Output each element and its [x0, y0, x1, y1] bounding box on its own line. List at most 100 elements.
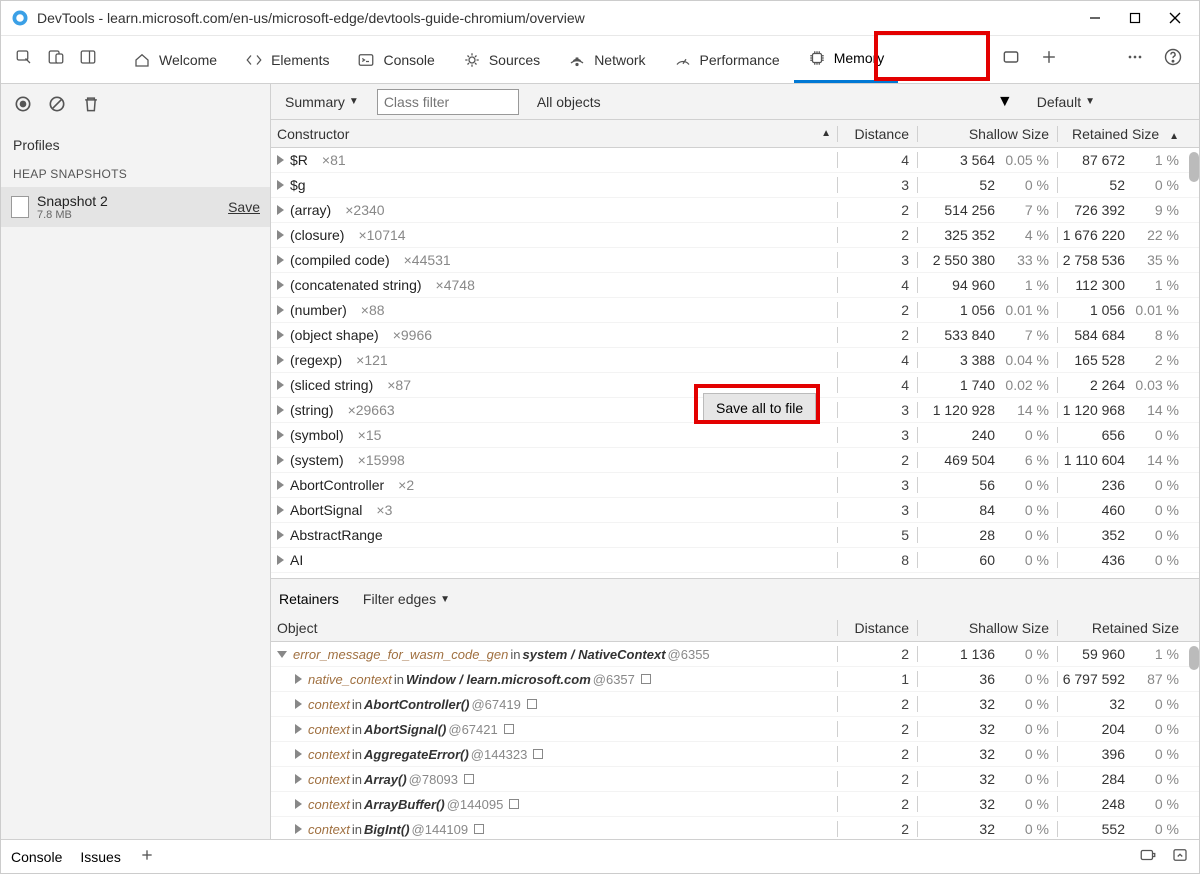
- expand-icon[interactable]: [277, 430, 284, 440]
- window-maximize-button[interactable]: [1127, 10, 1143, 26]
- table-row[interactable]: (concatenated string)×4748494 9601 %112 …: [271, 273, 1199, 298]
- expand-icon[interactable]: [277, 555, 284, 565]
- class-filter-input[interactable]: [377, 89, 519, 115]
- table-row[interactable]: AbortSignal×33840 %4600 %: [271, 498, 1199, 523]
- filter-edges-dropdown[interactable]: Filter edges ▼: [357, 589, 456, 609]
- scrollbar-thumb[interactable]: [1189, 646, 1199, 670]
- table-row[interactable]: context in AbortController() @674192320 …: [271, 692, 1199, 717]
- dropdown-caret-icon[interactable]: ▼: [997, 93, 1013, 111]
- table-row[interactable]: (regexp)×12143 3880.04 %165 5282 %: [271, 348, 1199, 373]
- delete-icon[interactable]: [81, 94, 101, 119]
- table-row[interactable]: AbortController×23560 %2360 %: [271, 473, 1199, 498]
- expand-icon[interactable]: [295, 699, 302, 709]
- all-objects-dropdown[interactable]: All objects: [531, 92, 607, 112]
- shallow-pct: 14 %: [1001, 402, 1049, 418]
- expand-icon[interactable]: [295, 774, 302, 784]
- scrollbar-thumb[interactable]: [1189, 152, 1199, 182]
- expand-icon[interactable]: [277, 405, 284, 415]
- expand-icon[interactable]: [295, 724, 302, 734]
- window-minimize-button[interactable]: [1087, 10, 1103, 26]
- column-object[interactable]: Object: [271, 620, 837, 636]
- column-shallow-size[interactable]: Shallow Size: [917, 620, 1057, 636]
- drawer-icon-1[interactable]: [1139, 846, 1157, 867]
- record-icon[interactable]: [13, 94, 33, 119]
- distance-value: 2: [837, 821, 917, 837]
- expand-icon[interactable]: [277, 180, 284, 190]
- external-link-icon[interactable]: [641, 674, 651, 684]
- window-close-button[interactable]: [1167, 10, 1183, 26]
- table-row[interactable]: $g3520 %520 %: [271, 173, 1199, 198]
- table-row[interactable]: native_context in Window / learn.microso…: [271, 667, 1199, 692]
- drawer-tab-console[interactable]: Console: [11, 849, 62, 865]
- expand-icon[interactable]: [277, 530, 284, 540]
- tab-performance[interactable]: Performance: [660, 36, 794, 83]
- expand-icon[interactable]: [295, 749, 302, 759]
- table-row[interactable]: (closure)×107142325 3524 %1 676 22022 %: [271, 223, 1199, 248]
- table-row[interactable]: (array)×23402514 2567 %726 3929 %: [271, 198, 1199, 223]
- tab-elements[interactable]: Elements: [231, 36, 343, 83]
- table-row[interactable]: (compiled code)×4453132 550 38033 %2 758…: [271, 248, 1199, 273]
- tab-sources[interactable]: Sources: [449, 36, 554, 83]
- column-constructor[interactable]: Constructor▲: [271, 126, 837, 142]
- table-row[interactable]: (number)×8821 0560.01 %1 0560.01 %: [271, 298, 1199, 323]
- more-tabs-icon[interactable]: [1001, 47, 1021, 72]
- expand-icon[interactable]: [277, 205, 284, 215]
- table-row[interactable]: context in ArrayBuffer() @1440952320 %24…: [271, 792, 1199, 817]
- retainer-address: @67421: [448, 722, 497, 737]
- table-row[interactable]: error_message_for_wasm_code_gen in syste…: [271, 642, 1199, 667]
- table-row[interactable]: (object shape)×99662533 8407 %584 6848 %: [271, 323, 1199, 348]
- column-retained-size[interactable]: Retained Size: [1057, 620, 1199, 636]
- expand-icon[interactable]: [277, 355, 284, 365]
- expand-icon[interactable]: [295, 799, 302, 809]
- expand-icon[interactable]: [277, 305, 284, 315]
- table-row[interactable]: context in BigInt() @1441092320 %5520 %: [271, 817, 1199, 839]
- table-row[interactable]: context in Array() @780932320 %2840 %: [271, 767, 1199, 792]
- device-toolbar-icon[interactable]: [47, 48, 65, 71]
- drawer-expand-icon[interactable]: [1171, 846, 1189, 867]
- table-row[interactable]: context in AggregateError() @1443232320 …: [271, 742, 1199, 767]
- tab-console[interactable]: Console: [343, 36, 448, 83]
- help-icon[interactable]: [1163, 47, 1183, 72]
- expand-icon[interactable]: [277, 651, 287, 658]
- summary-dropdown[interactable]: Summary ▼: [279, 92, 365, 112]
- expand-icon[interactable]: [295, 674, 302, 684]
- external-link-icon[interactable]: [527, 699, 537, 709]
- expand-icon[interactable]: [277, 380, 284, 390]
- external-link-icon[interactable]: [533, 749, 543, 759]
- table-row[interactable]: context in AbortSignal() @674212320 %204…: [271, 717, 1199, 742]
- snapshot-item[interactable]: Snapshot 2 7.8 MB Save: [1, 187, 270, 227]
- tab-welcome[interactable]: Welcome: [119, 36, 231, 83]
- expand-icon[interactable]: [277, 230, 284, 240]
- default-dropdown[interactable]: Default ▼: [1031, 92, 1101, 112]
- expand-icon[interactable]: [277, 455, 284, 465]
- external-link-icon[interactable]: [509, 799, 519, 809]
- external-link-icon[interactable]: [504, 724, 514, 734]
- drawer-tab-issues[interactable]: Issues: [80, 849, 120, 865]
- expand-icon[interactable]: [277, 480, 284, 490]
- column-distance[interactable]: Distance: [837, 620, 917, 636]
- expand-icon[interactable]: [277, 330, 284, 340]
- table-row[interactable]: (symbol)×1532400 %6560 %: [271, 423, 1199, 448]
- table-row[interactable]: $R×8143 5640.05 %87 6721 %: [271, 148, 1199, 173]
- table-row[interactable]: AbstractRange5280 %3520 %: [271, 523, 1199, 548]
- tab-network[interactable]: Network: [554, 36, 659, 83]
- more-options-icon[interactable]: [1125, 47, 1145, 72]
- drawer-add-tab-icon[interactable]: [139, 847, 155, 866]
- expand-icon[interactable]: [295, 824, 302, 834]
- column-shallow-size[interactable]: Shallow Size: [917, 126, 1057, 142]
- clear-icon[interactable]: [47, 94, 67, 119]
- snapshot-save-link[interactable]: Save: [228, 199, 260, 215]
- add-tab-icon[interactable]: [1039, 47, 1059, 72]
- inspect-element-icon[interactable]: [15, 48, 33, 71]
- expand-icon[interactable]: [277, 155, 284, 165]
- external-link-icon[interactable]: [464, 774, 474, 784]
- expand-icon[interactable]: [277, 280, 284, 290]
- expand-icon[interactable]: [277, 255, 284, 265]
- table-row[interactable]: AI8600 %4360 %: [271, 548, 1199, 573]
- expand-icon[interactable]: [277, 505, 284, 515]
- table-row[interactable]: (system)×159982469 5046 %1 110 60414 %: [271, 448, 1199, 473]
- column-distance[interactable]: Distance: [837, 126, 917, 142]
- column-retained-size[interactable]: Retained Size ▲: [1057, 126, 1199, 142]
- external-link-icon[interactable]: [474, 824, 484, 834]
- dock-side-icon[interactable]: [79, 48, 97, 71]
